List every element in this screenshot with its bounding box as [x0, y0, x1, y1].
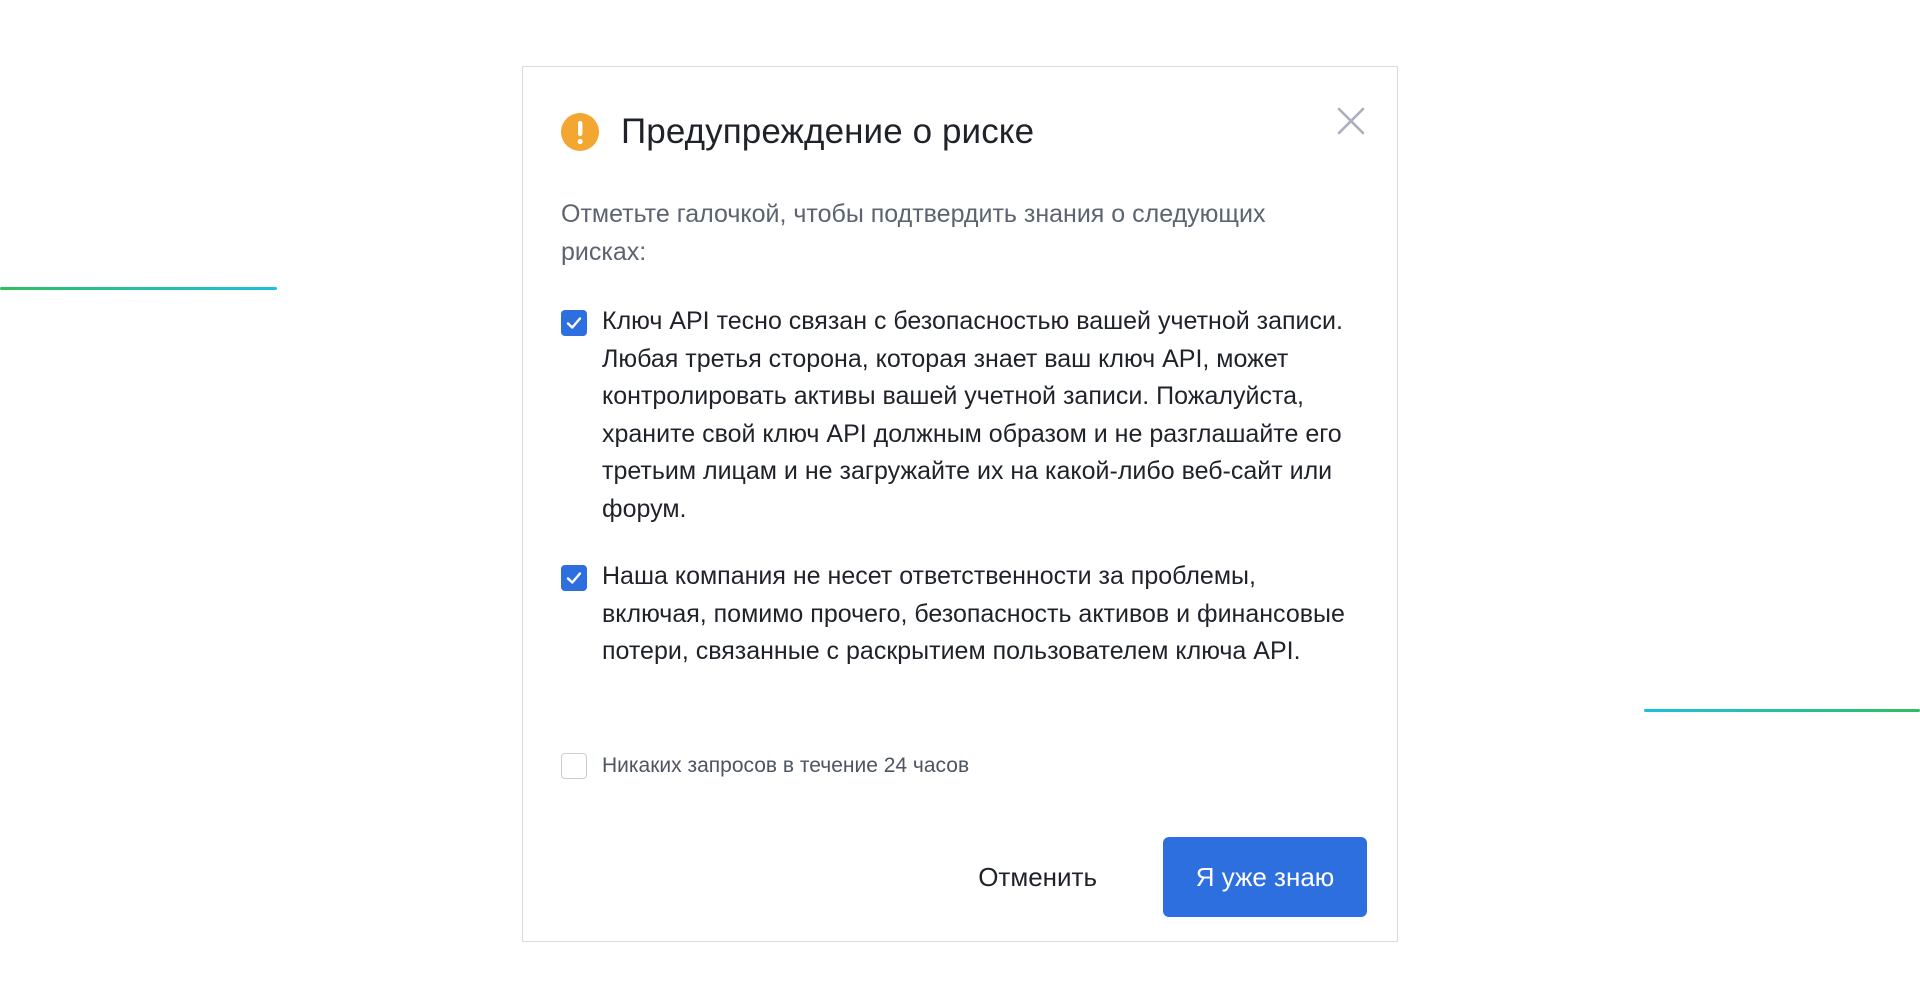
decorative-line-right [1644, 709, 1920, 712]
confirm-button[interactable]: Я уже знаю [1163, 837, 1367, 917]
dialog-footer: Отменить Я уже знаю [942, 837, 1367, 917]
close-button[interactable] [1333, 103, 1369, 139]
risk-item-api-key: Ключ API тесно связан с безопасностью ва… [561, 303, 1361, 528]
checkmark-icon [566, 317, 582, 329]
risk-item-liability: Наша компания не несет ответственности з… [561, 558, 1361, 671]
cancel-button[interactable]: Отменить [942, 837, 1133, 917]
risk-checkbox-liability[interactable] [561, 565, 587, 591]
dialog-header: Предупреждение о риске [561, 107, 1359, 157]
warning-exclamation-icon [561, 113, 599, 151]
risk-warning-dialog: Предупреждение о риске Отметьте галочкой… [522, 66, 1398, 942]
no-requests-24h-option: Никаких запросов в течение 24 часов [561, 752, 1361, 780]
dialog-title: Предупреждение о риске [621, 112, 1035, 151]
no-requests-24h-checkbox[interactable] [561, 753, 587, 779]
checkmark-icon [566, 572, 582, 584]
risk-item-label: Ключ API тесно связан с безопасностью ва… [602, 307, 1343, 523]
decorative-line-left [0, 287, 277, 290]
close-icon [1337, 107, 1365, 135]
risk-checkbox-api-key[interactable] [561, 310, 587, 336]
risk-item-label: Наша компания не несет ответственности з… [602, 562, 1345, 665]
no-requests-24h-label: Никаких запросов в течение 24 часов [602, 754, 970, 777]
dialog-intro-text: Отметьте галочкой, чтобы подтвердить зна… [561, 200, 1266, 266]
